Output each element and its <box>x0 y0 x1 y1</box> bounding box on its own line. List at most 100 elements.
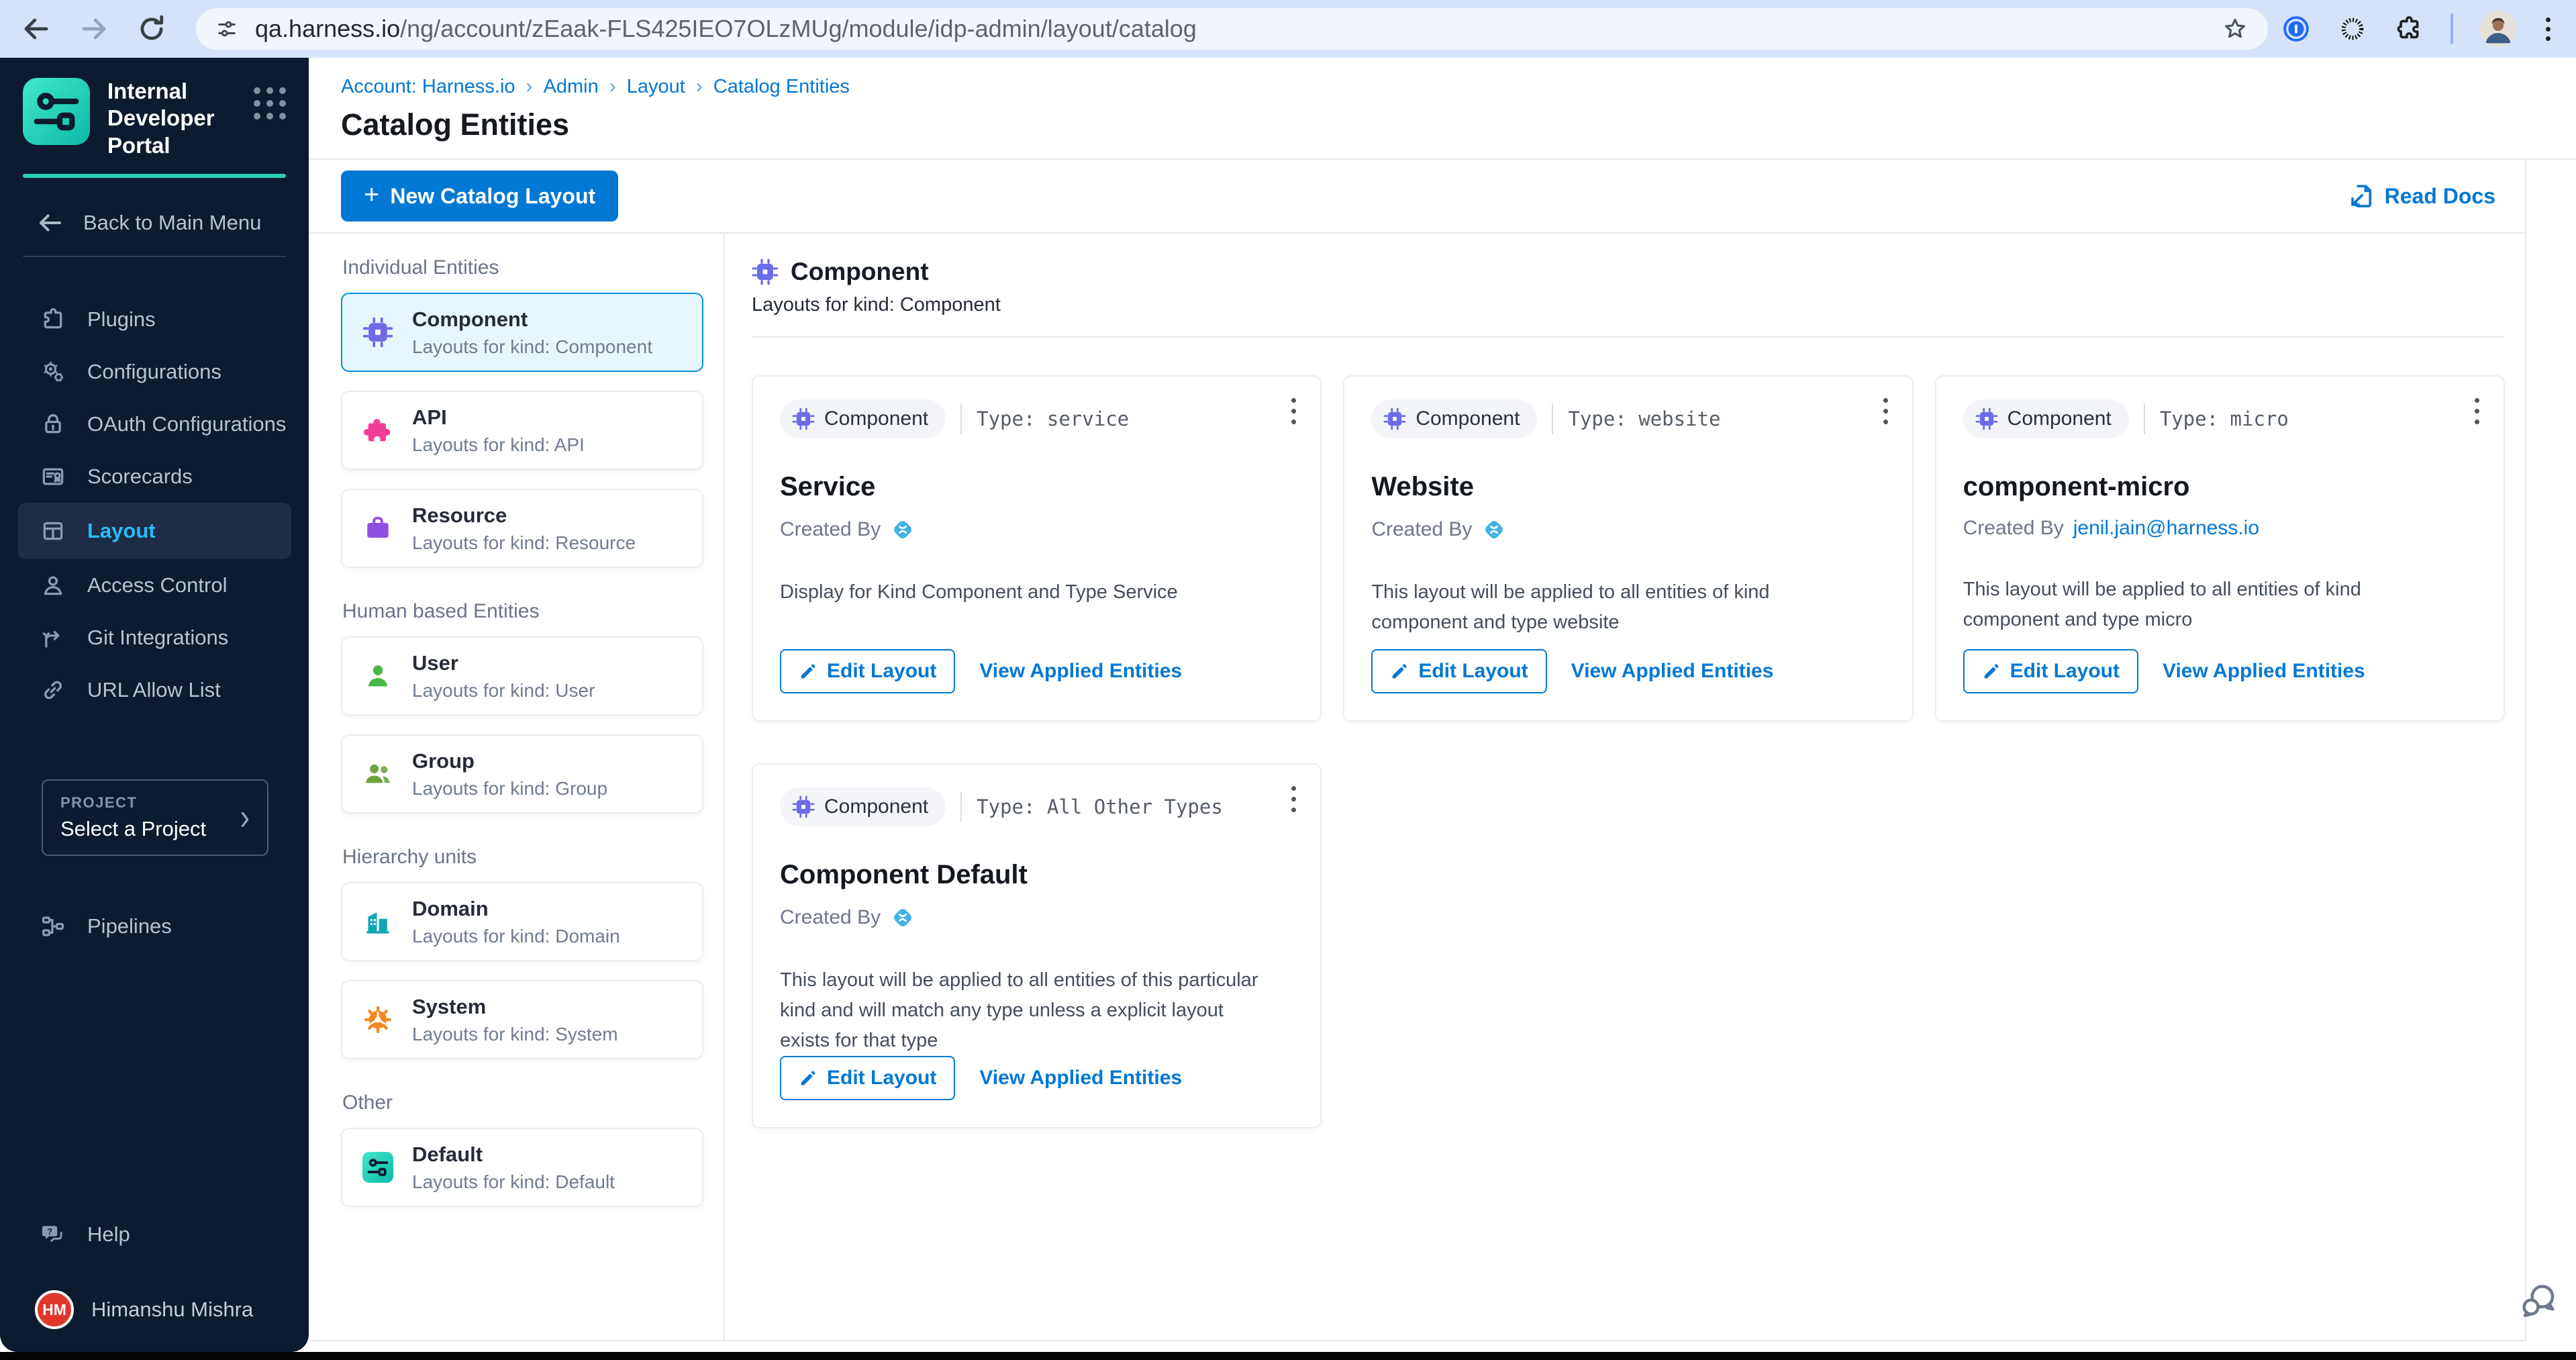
entity-item-group[interactable]: Group Layouts for kind: Group <box>341 734 703 814</box>
sidebar-item-help[interactable]: ? Help <box>0 1208 309 1261</box>
kind-badge: Component <box>780 787 946 826</box>
card-menu-icon[interactable] <box>2471 394 2483 428</box>
card-menu-icon[interactable] <box>1287 782 1300 816</box>
entity-item-domain[interactable]: Domain Layouts for kind: Domain <box>341 882 703 961</box>
chip-icon <box>792 407 815 430</box>
lock-icon <box>39 410 67 438</box>
extension-burst-icon[interactable] <box>2338 14 2367 44</box>
type-label: Type: All Other Types <box>977 795 1223 818</box>
layout-card-website: Component Type: website Website Created … <box>1343 375 1913 722</box>
sidebar-item-scorecards[interactable]: Scorecards <box>0 450 309 503</box>
sidebar-item-plugins[interactable]: Plugins <box>0 293 309 346</box>
breadcrumb: Account: Harness.io › Admin › Layout › C… <box>341 75 2544 98</box>
screen-bottom-edge <box>0 1352 2576 1360</box>
view-applied-entities-link[interactable]: View Applied Entities <box>2163 660 2365 683</box>
view-applied-entities-link[interactable]: View Applied Entities <box>1571 660 1774 683</box>
entity-item-component[interactable]: Component Layouts for kind: Component <box>341 293 703 372</box>
layout-description: This layout will be applied to all entit… <box>1963 575 2457 635</box>
new-catalog-layout-button[interactable]: + New Catalog Layout <box>341 171 618 222</box>
edit-layout-button[interactable]: Edit Layout <box>1963 649 2138 693</box>
module-grid-icon[interactable] <box>251 85 289 122</box>
harness-logo-icon <box>890 517 915 542</box>
layout-description: This layout will be applied to all entit… <box>780 965 1273 1056</box>
browser-menu-icon[interactable] <box>2543 15 2553 44</box>
chat-bubbles-icon[interactable] <box>2517 1279 2560 1322</box>
password-manager-icon[interactable] <box>2281 14 2311 44</box>
pencil-icon <box>799 1069 818 1087</box>
extensions-puzzle-icon[interactable] <box>2394 14 2424 44</box>
forward-icon[interactable] <box>77 11 111 46</box>
scorecard-icon <box>39 463 67 491</box>
idp-logo-icon <box>23 78 90 145</box>
layout-title: Service <box>780 472 1293 502</box>
view-applied-entities-link[interactable]: View Applied Entities <box>979 660 1182 683</box>
puzzle-pink-icon <box>362 415 393 446</box>
pipeline-icon <box>39 912 67 940</box>
created-by: Created By jenil.jain@harness.io <box>1963 517 2477 540</box>
project-selector[interactable]: PROJECT Select a Project › <box>42 779 268 856</box>
sidebar-item-git-integrations[interactable]: Git Integrations <box>0 612 309 664</box>
layouts-panel: Component Layouts for kind: Component Co… <box>725 234 2525 1340</box>
breadcrumb-admin[interactable]: Admin <box>544 76 599 98</box>
breadcrumb-layout[interactable]: Layout <box>627 76 685 98</box>
layout-title: Website <box>1371 472 1885 502</box>
entity-item-resource[interactable]: Resource Layouts for kind: Resource <box>341 489 703 568</box>
kind-divider <box>752 336 2505 338</box>
sidebar-item-access-control[interactable]: Access Control <box>0 559 309 612</box>
chip-icon <box>362 317 393 348</box>
refresh-icon[interactable] <box>134 11 169 46</box>
back-to-main-menu[interactable]: Back to Main Menu <box>0 178 309 237</box>
harness-logo-icon <box>890 905 915 930</box>
kind-badge: Component <box>1963 399 2129 438</box>
sidebar-item-pipelines[interactable]: Pipelines <box>0 900 309 953</box>
briefcase-icon <box>362 513 393 544</box>
breadcrumb-account[interactable]: Account: Harness.io <box>341 76 515 98</box>
view-applied-entities-link[interactable]: View Applied Entities <box>979 1067 1182 1089</box>
read-docs-link[interactable]: Read Docs <box>2347 182 2495 210</box>
card-menu-icon[interactable] <box>1287 394 1300 428</box>
layout-description: This layout will be applied to all entit… <box>1371 577 1865 638</box>
page-title: Catalog Entities <box>341 107 2544 142</box>
svg-text:?: ? <box>47 1226 52 1236</box>
layout-title: component-micro <box>1963 472 2477 502</box>
type-label: Type: service <box>977 407 1129 430</box>
idp-default-icon <box>362 1152 393 1183</box>
pencil-icon <box>1982 662 2001 681</box>
back-icon[interactable] <box>19 11 54 46</box>
edit-layout-button[interactable]: Edit Layout <box>780 1056 955 1100</box>
browser-toolbar: qa.harness.io/ng/account/zEaak-FLS425IEO… <box>0 0 2576 58</box>
git-branch-icon <box>39 624 67 652</box>
entity-item-system[interactable]: System Layouts for kind: System <box>341 980 703 1059</box>
gear-orange-icon <box>362 1004 393 1035</box>
entity-item-api[interactable]: API Layouts for kind: API <box>341 391 703 470</box>
sidebar-item-configurations[interactable]: Configurations <box>0 346 309 398</box>
chevron-right-icon: › <box>240 799 250 836</box>
sidebar-divider <box>23 256 286 257</box>
product-title: Internal Developer Portal <box>107 78 251 159</box>
arrow-left-icon <box>36 209 64 237</box>
created-by: Created By <box>1371 517 1885 542</box>
type-label: Type: website <box>1568 407 1720 430</box>
edit-layout-button[interactable]: Edit Layout <box>1371 649 1546 693</box>
address-bar[interactable]: qa.harness.io/ng/account/zEaak-FLS425IEO… <box>196 8 2268 50</box>
sidebar-item-oauth-configurations[interactable]: OAuth Configurations <box>0 398 309 450</box>
bookmark-star-icon[interactable] <box>2221 15 2249 43</box>
sidebar-item-layout[interactable]: Layout <box>17 503 291 559</box>
created-by: Created By <box>780 905 1293 930</box>
kind-badge: Component <box>1371 399 1537 438</box>
card-menu-icon[interactable] <box>1879 394 1892 428</box>
browser-profile-avatar[interactable] <box>2480 11 2516 47</box>
harness-logo-icon <box>1481 517 1507 542</box>
chip-icon <box>1383 407 1406 430</box>
entity-item-default[interactable]: Default Layouts for kind: Default <box>341 1128 703 1207</box>
chevron-sep-icon: › <box>526 75 533 98</box>
entity-item-user[interactable]: User Layouts for kind: User <box>341 636 703 716</box>
site-settings-icon[interactable] <box>215 17 239 41</box>
sidebar-item-url-allow-list[interactable]: URL Allow List <box>0 664 309 716</box>
chevron-sep-icon: › <box>609 75 616 98</box>
edit-layout-button[interactable]: Edit Layout <box>780 649 955 693</box>
breadcrumb-catalog-entities[interactable]: Catalog Entities <box>713 76 850 98</box>
gears-icon <box>39 358 67 386</box>
creator-email-link[interactable]: jenil.jain@harness.io <box>2073 517 2259 540</box>
user-menu[interactable]: HM Himanshu Mishra <box>0 1290 309 1329</box>
